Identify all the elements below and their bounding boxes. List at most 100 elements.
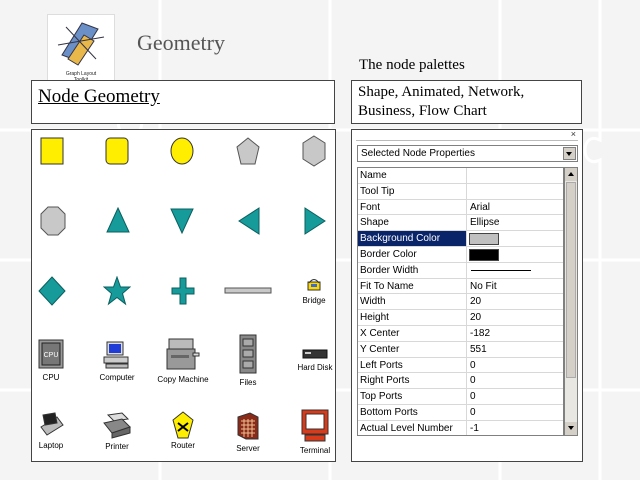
circle-shape[interactable] bbox=[170, 137, 194, 165]
property-key: Border Width bbox=[358, 262, 467, 278]
property-value[interactable]: No Fit bbox=[469, 279, 563, 294]
cross-shape[interactable] bbox=[171, 277, 195, 305]
bridge-icon[interactable] bbox=[306, 276, 322, 292]
property-row[interactable]: Shape Ellipse bbox=[358, 215, 563, 232]
property-key: Actual Level Number bbox=[358, 420, 467, 435]
rounded-square-shape[interactable] bbox=[105, 137, 129, 165]
property-row[interactable]: Font Arial bbox=[358, 199, 563, 216]
property-key: Bottom Ports bbox=[358, 404, 467, 420]
property-grid-scrollbar[interactable] bbox=[564, 167, 578, 436]
property-key: Left Ports bbox=[358, 357, 467, 373]
computer-icon[interactable] bbox=[102, 340, 132, 370]
property-value[interactable]: -182 bbox=[469, 326, 563, 341]
property-row[interactable]: Name bbox=[358, 168, 563, 184]
scroll-up-icon[interactable] bbox=[565, 168, 577, 181]
property-value[interactable]: 551 bbox=[469, 342, 563, 357]
property-value[interactable]: 20 bbox=[469, 310, 563, 325]
property-value[interactable]: 0 bbox=[469, 405, 563, 420]
octagon-shape[interactable] bbox=[40, 206, 66, 236]
property-value[interactable]: 0 bbox=[469, 389, 563, 404]
router-caption: Router bbox=[170, 441, 196, 450]
property-row[interactable]: Tool Tip bbox=[358, 183, 563, 200]
hard-disk-icon[interactable] bbox=[302, 348, 328, 360]
chevron-down-icon[interactable] bbox=[563, 147, 576, 160]
property-row[interactable]: Width 20 bbox=[358, 294, 563, 311]
palettes-heading: The node palettes bbox=[359, 57, 465, 73]
property-value[interactable]: 0 bbox=[469, 373, 563, 388]
scroll-down-icon[interactable] bbox=[565, 422, 577, 435]
triangle-left-shape[interactable] bbox=[238, 207, 260, 235]
property-key: Y Center bbox=[358, 341, 467, 357]
property-key: Right Ports bbox=[358, 373, 467, 389]
property-row[interactable]: Y Center 551 bbox=[358, 341, 563, 358]
close-icon[interactable]: × bbox=[571, 129, 576, 139]
property-key: Fit To Name bbox=[358, 278, 467, 294]
property-key: Tool Tip bbox=[358, 183, 467, 199]
bridge-caption: Bridge bbox=[302, 296, 326, 305]
property-key: Shape bbox=[358, 215, 467, 231]
palettes-list: Shape, Animated, Network, Business, Flow… bbox=[351, 80, 582, 124]
files-caption: Files bbox=[239, 378, 257, 387]
property-value[interactable]: 0 bbox=[469, 358, 563, 373]
property-key: Width bbox=[358, 294, 467, 310]
property-row[interactable]: Right Ports 0 bbox=[358, 373, 563, 390]
laptop-icon[interactable] bbox=[37, 411, 65, 439]
property-value[interactable]: Arial bbox=[469, 200, 563, 215]
panel-title-bar: × bbox=[356, 129, 578, 141]
router-icon[interactable] bbox=[172, 411, 194, 439]
property-grid: Name Tool Tip Font Arial Shape Ellipse Backgro… bbox=[357, 167, 564, 436]
property-value[interactable] bbox=[469, 168, 563, 183]
color-swatch[interactable] bbox=[469, 248, 499, 261]
copy-machine-icon[interactable] bbox=[165, 335, 201, 371]
properties-select-value: Selected Node Properties bbox=[361, 148, 475, 159]
property-key: Border Color bbox=[358, 246, 467, 262]
printer-icon[interactable] bbox=[102, 411, 132, 439]
terminal-caption: Terminal bbox=[299, 446, 331, 455]
triangle-down-shape[interactable] bbox=[170, 208, 194, 234]
files-icon[interactable] bbox=[239, 334, 257, 374]
scroll-thumb[interactable] bbox=[566, 182, 576, 378]
bar-shape[interactable] bbox=[224, 287, 272, 295]
terminal-icon[interactable] bbox=[301, 409, 329, 443]
triangle-up-shape[interactable] bbox=[106, 207, 130, 233]
property-row[interactable]: Top Ports 0 bbox=[358, 389, 563, 405]
property-row[interactable]: Background Color bbox=[358, 231, 563, 247]
cpu-icon[interactable]: CPU bbox=[38, 339, 64, 369]
hexagon-shape[interactable] bbox=[302, 135, 326, 167]
triangle-right-shape[interactable] bbox=[304, 207, 326, 235]
square-shape[interactable] bbox=[40, 137, 64, 165]
property-row[interactable]: Fit To Name No Fit bbox=[358, 278, 563, 295]
toolkit-logo: Graph Layout Toolkit bbox=[47, 14, 115, 84]
property-value[interactable]: Ellipse bbox=[469, 215, 563, 230]
copy-machine-caption: Copy Machine bbox=[157, 375, 209, 384]
property-key: X Center bbox=[358, 325, 467, 341]
property-key: Font bbox=[358, 199, 467, 215]
property-row[interactable]: Border Color bbox=[358, 246, 563, 263]
property-row[interactable]: Bottom Ports 0 bbox=[358, 404, 563, 421]
printer-caption: Printer bbox=[105, 442, 129, 451]
property-row[interactable]: Height 20 bbox=[358, 310, 563, 326]
pentagon-shape[interactable] bbox=[236, 137, 260, 165]
property-key: Background Color bbox=[358, 231, 467, 246]
selected-node-properties-panel: × Selected Node Properties Name Tool Tip F… bbox=[351, 129, 583, 462]
computer-caption: Computer bbox=[99, 373, 135, 382]
property-row[interactable]: Left Ports 0 bbox=[358, 357, 563, 374]
color-swatch[interactable] bbox=[469, 233, 499, 246]
property-row[interactable]: X Center -182 bbox=[358, 325, 563, 342]
properties-select[interactable]: Selected Node Properties bbox=[357, 145, 578, 162]
node-geometry-label: Node Geometry bbox=[38, 86, 160, 107]
laptop-caption: Laptop bbox=[38, 441, 64, 450]
property-value[interactable]: 20 bbox=[469, 294, 563, 309]
property-key: Top Ports bbox=[358, 389, 467, 404]
property-key: Height bbox=[358, 310, 467, 325]
property-key: Name bbox=[358, 168, 467, 183]
property-row[interactable]: Border Width bbox=[358, 262, 563, 279]
border-width-line[interactable] bbox=[471, 269, 531, 271]
node-shape-palette: Bridge CPU CPU Computer Copy Machine Fil… bbox=[31, 129, 336, 462]
property-value[interactable] bbox=[469, 184, 563, 199]
property-row[interactable]: Actual Level Number -1 bbox=[358, 420, 563, 435]
property-value[interactable]: -1 bbox=[469, 421, 563, 435]
star-shape[interactable] bbox=[103, 276, 131, 306]
server-icon[interactable] bbox=[236, 411, 260, 441]
diamond-shape[interactable] bbox=[38, 276, 66, 306]
